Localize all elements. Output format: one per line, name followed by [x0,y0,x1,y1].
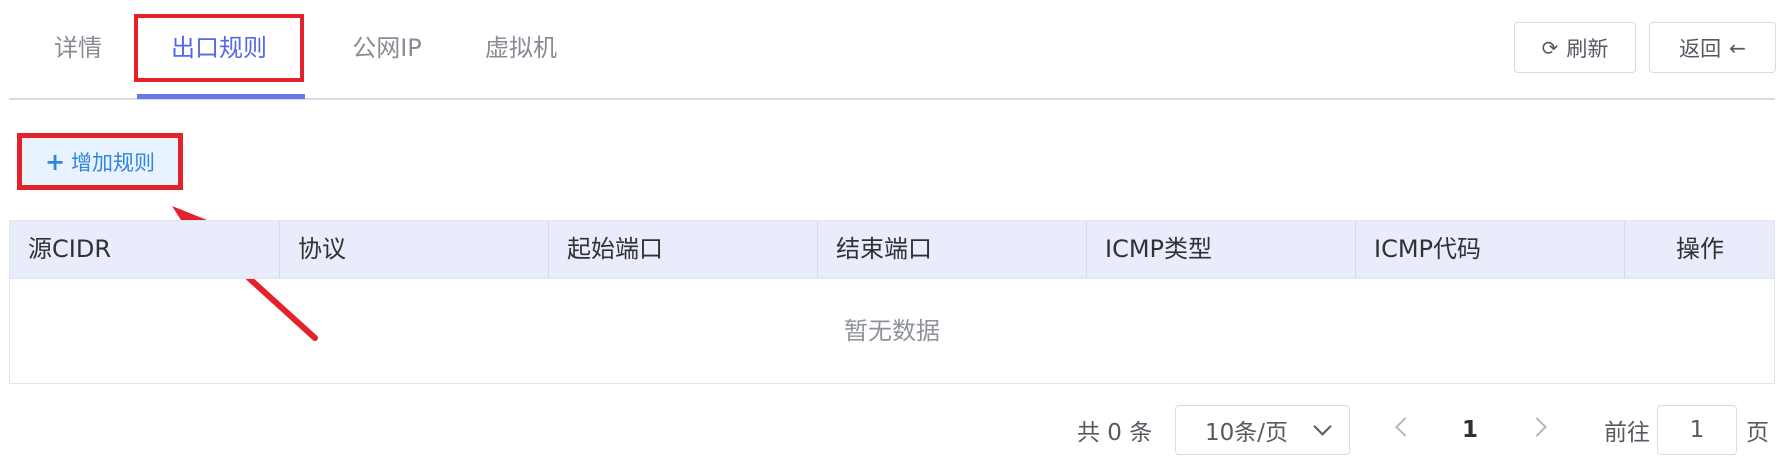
refresh-icon: ⟳ [1541,35,1559,60]
page-number-current[interactable]: 1 [1455,405,1485,455]
column-header-icmp-code: ICMP代码 [1356,221,1625,278]
pagination-total: 共 0 条 [1077,420,1153,446]
empty-state-text: 暂无数据 [844,317,940,345]
tab-bar: 详情 出口规则 公网IP 虚拟机 [9,0,1775,100]
refresh-label: 刷新 [1566,36,1609,61]
goto-page-input[interactable] [1657,405,1737,455]
back-button[interactable]: 返回 ← [1649,22,1776,73]
add-rule-button[interactable]: + 增加规则 [17,133,183,190]
arrow-left-icon: ← [1729,35,1746,60]
active-tab-indicator [137,94,305,99]
column-header-source-cidr: 源CIDR [10,221,280,278]
goto-suffix: 页 [1746,420,1769,446]
tab-virtual-machines[interactable]: 虚拟机 [471,14,571,82]
column-header-start-port: 起始端口 [549,221,818,278]
back-label: 返回 [1679,36,1722,61]
column-header-icmp-type: ICMP类型 [1087,221,1356,278]
table-header: 源CIDR 协议 起始端口 结束端口 ICMP类型 ICMP代码 操作 [10,221,1774,279]
prev-page-icon[interactable] [1395,417,1415,437]
page-size-value: 10条/页 [1205,420,1289,446]
plus-icon: + [44,147,66,176]
page-size-select[interactable]: 10条/页 [1175,405,1350,455]
add-rule-label: 增加规则 [71,150,156,175]
tab-details[interactable]: 详情 [43,14,113,82]
goto-label: 前往 [1604,420,1650,446]
chevron-down-icon [1313,417,1332,436]
rules-table: 源CIDR 协议 起始端口 结束端口 ICMP类型 ICMP代码 操作 暂无数据 [9,220,1775,384]
next-page-icon[interactable] [1527,417,1547,437]
refresh-button[interactable]: ⟳ 刷新 [1514,22,1636,73]
tab-egress-rules[interactable]: 出口规则 [134,14,304,82]
column-header-protocol: 协议 [280,221,549,278]
column-header-actions: 操作 [1676,235,1724,263]
column-header-end-port: 结束端口 [818,221,1087,278]
tab-public-ip[interactable]: 公网IP [327,14,447,82]
